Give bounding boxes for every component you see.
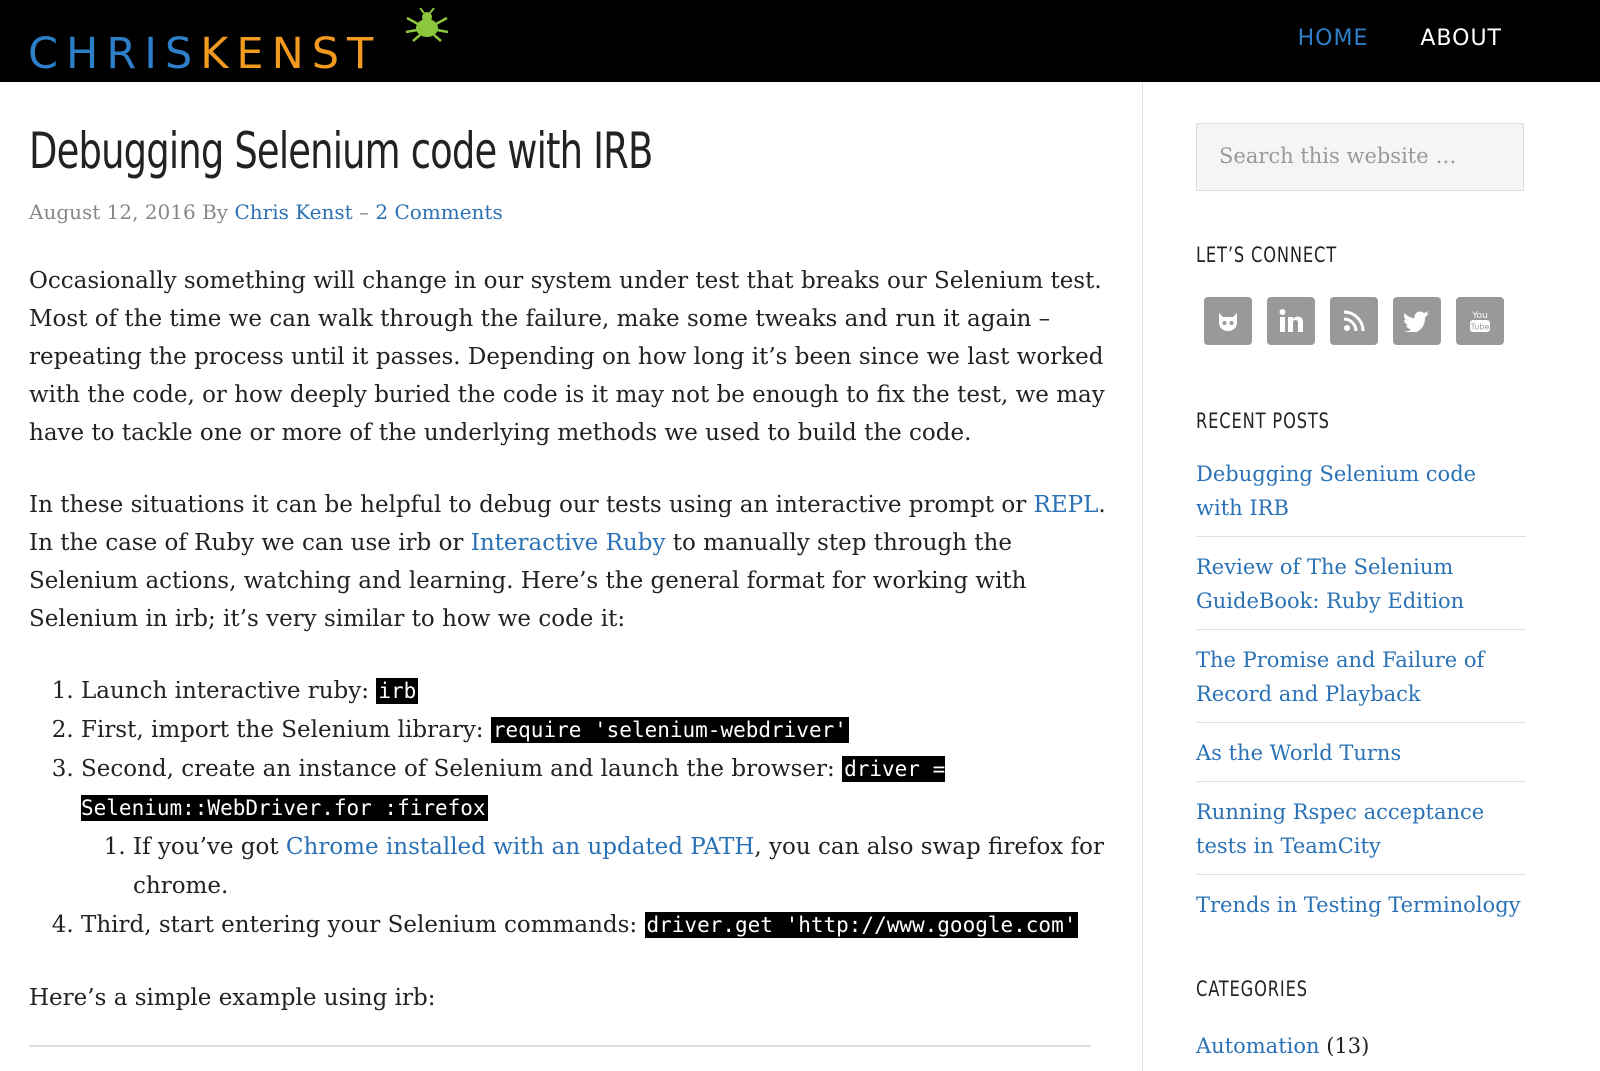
twitter-icon[interactable]	[1393, 297, 1441, 345]
list-item: First, import the Selenium library: requ…	[81, 711, 1119, 750]
code-inline: require 'selenium-webdriver'	[490, 717, 849, 743]
chrome-path-link[interactable]: Chrome installed with an updated PATH	[286, 834, 755, 860]
connect-title: LET’S CONNECT	[1196, 243, 1338, 267]
sidebar-divider	[1142, 82, 1143, 1071]
recent-posts-list: Debugging Selenium code with IRB Review …	[1196, 457, 1526, 933]
p2-text-a: In these situations it can be helpful to…	[29, 492, 1034, 518]
code-block-edge	[29, 1045, 1091, 1048]
logo-part-chris: CHRIS	[28, 29, 201, 79]
list-item: Debugging Selenium code with IRB	[1196, 457, 1526, 537]
repl-link[interactable]: REPL	[1034, 492, 1099, 518]
code-inline: irb	[376, 678, 419, 704]
rss-icon[interactable]	[1330, 297, 1378, 345]
nav-about[interactable]: ABOUT	[1420, 26, 1502, 51]
primary-nav: HOME ABOUT	[1298, 26, 1502, 51]
categories-title: CATEGORIES	[1196, 977, 1308, 1001]
list-item: As the World Turns	[1196, 736, 1526, 782]
paragraph-intro: Occasionally something will change in ou…	[29, 268, 1105, 446]
post-by: By	[195, 200, 235, 224]
github-icon[interactable]	[1204, 297, 1252, 345]
paragraph-example: Here’s a simple example using irb:	[29, 985, 436, 1011]
svg-text:You: You	[1471, 311, 1488, 321]
recent-post-link[interactable]: Trends in Testing Terminology	[1196, 893, 1521, 917]
recent-post-link[interactable]: As the World Turns	[1196, 741, 1401, 765]
step-text: Launch interactive ruby:	[81, 678, 377, 704]
sidebar: Search this website … LET’S CONNECT You T…	[1196, 82, 1526, 1063]
youtube-icon[interactable]: You Tube	[1456, 297, 1504, 345]
recent-post-link[interactable]: Debugging Selenium code with IRB	[1196, 462, 1476, 520]
linkedin-icon[interactable]	[1267, 297, 1315, 345]
list-item: The Promise and Failure of Record and Pl…	[1196, 643, 1526, 723]
sub-steps-list: If you’ve got Chrome installed with an u…	[81, 828, 1119, 906]
article: Debugging Selenium code with IRB August …	[29, 82, 1119, 1040]
list-item: Launch interactive ruby: irb	[81, 672, 1119, 711]
post-meta: August 12, 2016 By Chris Kenst – 2 Comme…	[29, 198, 1119, 226]
step-text: First, import the Selenium library:	[81, 717, 491, 743]
post-date: August 12, 2016	[29, 200, 196, 224]
step-text: Third, start entering your Selenium comm…	[81, 912, 645, 938]
site-logo[interactable]: CHRISKENST	[28, 32, 381, 76]
list-item: Automation (13)	[1196, 1029, 1526, 1063]
step-text: If you’ve got	[133, 834, 286, 860]
recent-post-link[interactable]: Running Rspec acceptance tests in TeamCi…	[1196, 800, 1484, 858]
list-item: If you’ve got Chrome installed with an u…	[133, 828, 1119, 906]
step-text: Second, create an instance of Selenium a…	[81, 756, 843, 782]
list-item: Running Rspec acceptance tests in TeamCi…	[1196, 795, 1526, 875]
comments-link[interactable]: 2 Comments	[375, 200, 502, 224]
list-item: Review of The Selenium GuideBook: Ruby E…	[1196, 550, 1526, 630]
author-link[interactable]: Chris Kenst	[234, 200, 352, 224]
meta-separator: –	[352, 200, 376, 224]
recent-post-link[interactable]: Review of The Selenium GuideBook: Ruby E…	[1196, 555, 1464, 613]
logo-part-kenst: KENST	[200, 29, 382, 79]
svg-text:Tube: Tube	[1470, 323, 1490, 332]
site-header: CHRISKENST HOME ABOUT	[0, 0, 1600, 82]
page-title: Debugging Selenium code with IRB	[29, 122, 653, 180]
social-icons: You Tube	[1196, 297, 1526, 345]
steps-list: Launch interactive ruby: irb First, impo…	[29, 672, 1119, 945]
list-item: Third, start entering your Selenium comm…	[81, 906, 1119, 945]
nav-home[interactable]: HOME	[1298, 26, 1369, 51]
category-link[interactable]: Automation	[1196, 1034, 1320, 1058]
interactive-ruby-link[interactable]: Interactive Ruby	[471, 530, 666, 556]
categories-list: Automation (13)	[1196, 1029, 1526, 1063]
recent-posts-title: RECENT POSTS	[1196, 409, 1330, 433]
list-item: Second, create an instance of Selenium a…	[81, 750, 1119, 906]
list-item: Trends in Testing Terminology	[1196, 888, 1526, 933]
paragraph-repl: In these situations it can be helpful to…	[29, 486, 1119, 638]
code-inline: driver.get 'http://www.google.com'	[644, 912, 1079, 938]
recent-post-link[interactable]: The Promise and Failure of Record and Pl…	[1196, 648, 1484, 706]
search-input[interactable]: Search this website …	[1196, 123, 1524, 191]
bug-logo-icon	[405, 8, 449, 42]
category-count: (13)	[1326, 1034, 1370, 1058]
